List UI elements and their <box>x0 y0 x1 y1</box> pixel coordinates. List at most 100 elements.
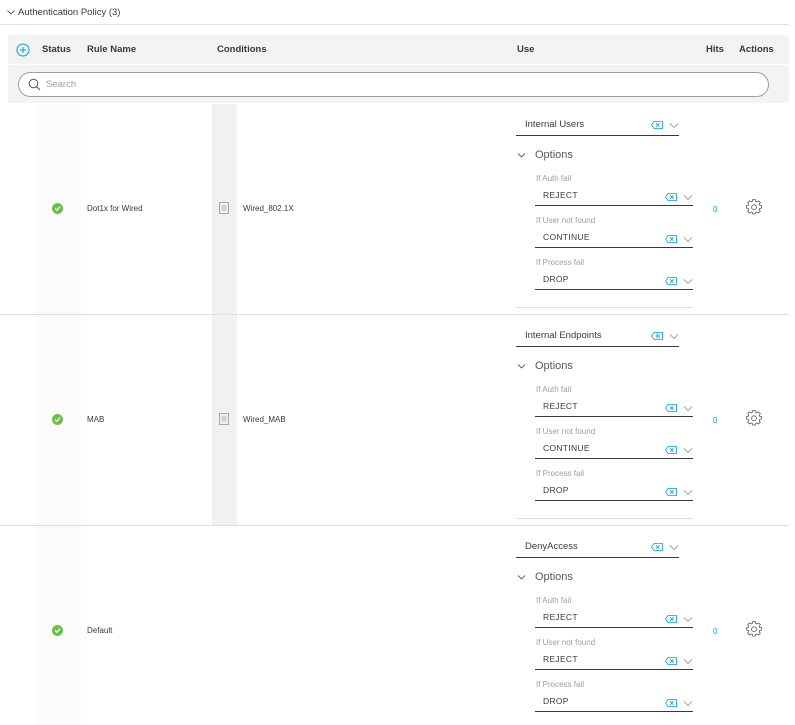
condition-name[interactable]: Wired_MAB <box>243 415 286 424</box>
options-toggle[interactable]: Options <box>517 149 573 161</box>
chevron-down-icon[interactable] <box>683 658 693 665</box>
user-not-found-value: REJECT <box>543 654 578 664</box>
clear-icon[interactable] <box>665 446 677 454</box>
auth-fail-value: REJECT <box>543 190 578 200</box>
user-not-found-label: If User not found <box>536 638 596 647</box>
process-fail-label: If Process fail <box>536 469 585 478</box>
hits-count[interactable]: 0 <box>713 627 717 636</box>
table-header: Status Rule Name Conditions Use Hits Act… <box>8 35 789 64</box>
identity-source-select[interactable]: DenyAccess <box>516 538 679 558</box>
plus-circle-icon[interactable] <box>16 43 30 57</box>
auth-fail-label: If Auth fail <box>536 174 572 183</box>
auth-fail-select[interactable]: REJECT <box>535 610 693 628</box>
gear-icon[interactable] <box>746 410 762 426</box>
clear-icon[interactable] <box>665 615 677 623</box>
process-fail-select[interactable]: DROP <box>535 694 693 712</box>
chevron-down-icon[interactable] <box>683 236 693 243</box>
clear-icon[interactable] <box>665 699 677 707</box>
identity-source-value: Internal Users <box>525 119 585 130</box>
document-icon <box>219 202 229 214</box>
auth-fail-label: If Auth fail <box>536 385 572 394</box>
process-fail-select[interactable]: DROP <box>535 483 693 501</box>
process-fail-value: DROP <box>543 696 569 706</box>
policy-row: Default DenyAccess Options If Auth fail … <box>0 526 789 725</box>
column-header-rule-name: Rule Name <box>87 44 137 55</box>
policy-row: Dot1x for Wired Wired_802.1X Internal Us… <box>0 104 789 315</box>
user-not-found-select[interactable]: CONTINUE <box>535 230 693 248</box>
chevron-down-icon[interactable] <box>683 489 693 496</box>
clear-icon[interactable] <box>665 193 677 201</box>
options-toggle[interactable]: Options <box>517 571 573 583</box>
column-header-actions: Actions <box>739 44 774 55</box>
chevron-down-icon[interactable] <box>683 194 693 201</box>
gear-icon[interactable] <box>746 199 762 215</box>
column-header-hits: Hits <box>706 44 724 55</box>
auth-fail-value: REJECT <box>543 612 578 622</box>
chevron-down-icon <box>517 152 526 158</box>
chevron-down-icon[interactable] <box>683 405 693 412</box>
process-fail-label: If Process fail <box>536 680 585 689</box>
clear-icon[interactable] <box>651 543 663 551</box>
chevron-down-icon[interactable] <box>683 447 693 454</box>
column-header-use: Use <box>517 44 535 55</box>
check-circle-icon[interactable] <box>52 203 63 214</box>
user-not-found-value: CONTINUE <box>543 443 590 453</box>
user-not-found-value: CONTINUE <box>543 232 590 242</box>
clear-icon[interactable] <box>665 277 677 285</box>
user-not-found-select[interactable]: REJECT <box>535 652 693 670</box>
clear-icon[interactable] <box>665 657 677 665</box>
search-input[interactable] <box>46 79 746 90</box>
auth-fail-value: REJECT <box>543 401 578 411</box>
options-label: Options <box>535 360 573 372</box>
search-bar <box>8 65 789 103</box>
clear-icon[interactable] <box>665 488 677 496</box>
chevron-down-icon[interactable] <box>683 700 693 707</box>
chevron-down-icon[interactable] <box>669 333 679 340</box>
rule-name[interactable]: MAB <box>87 415 104 424</box>
auth-fail-label: If Auth fail <box>536 596 572 605</box>
options-divider <box>516 518 693 519</box>
auth-fail-select[interactable]: REJECT <box>535 188 693 206</box>
document-icon <box>219 413 229 425</box>
chevron-down-icon[interactable] <box>669 122 679 129</box>
check-circle-icon[interactable] <box>52 625 63 636</box>
chevron-down-icon[interactable] <box>683 616 693 623</box>
identity-source-value: DenyAccess <box>525 541 578 552</box>
section-title: Authentication Policy (3) <box>18 6 121 18</box>
clear-icon[interactable] <box>651 332 663 340</box>
section-header-authentication-policy[interactable]: Authentication Policy (3) <box>6 4 120 20</box>
column-header-status: Status <box>42 44 72 55</box>
section-divider <box>0 24 789 25</box>
options-divider <box>516 307 693 308</box>
rule-name[interactable]: Dot1x for Wired <box>87 204 143 213</box>
process-fail-value: DROP <box>543 485 569 495</box>
chevron-down-icon[interactable] <box>669 544 679 551</box>
options-toggle[interactable]: Options <box>517 360 573 372</box>
identity-source-value: Internal Endpoints <box>525 330 602 341</box>
process-fail-select[interactable]: DROP <box>535 272 693 290</box>
chevron-down-icon <box>517 574 526 580</box>
auth-fail-select[interactable]: REJECT <box>535 399 693 417</box>
hits-count[interactable]: 0 <box>713 205 717 214</box>
identity-source-select[interactable]: Internal Users <box>516 116 679 136</box>
condition-name[interactable]: Wired_802.1X <box>243 204 294 213</box>
process-fail-label: If Process fail <box>536 258 585 267</box>
column-header-conditions: Conditions <box>217 44 267 55</box>
user-not-found-label: If User not found <box>536 216 596 225</box>
gear-icon[interactable] <box>746 621 762 637</box>
policy-row: MAB Wired_MAB Internal Endpoints Options… <box>0 315 789 526</box>
rule-name[interactable]: Default <box>87 626 112 635</box>
identity-source-select[interactable]: Internal Endpoints <box>516 327 679 347</box>
search-field[interactable] <box>18 72 769 97</box>
hits-count[interactable]: 0 <box>713 416 717 425</box>
user-not-found-select[interactable]: CONTINUE <box>535 441 693 459</box>
process-fail-value: DROP <box>543 274 569 284</box>
search-icon <box>28 78 41 91</box>
clear-icon[interactable] <box>651 121 663 129</box>
clear-icon[interactable] <box>665 404 677 412</box>
user-not-found-label: If User not found <box>536 427 596 436</box>
chevron-down-icon[interactable] <box>683 278 693 285</box>
chevron-down-icon <box>517 363 526 369</box>
check-circle-icon[interactable] <box>52 414 63 425</box>
clear-icon[interactable] <box>665 235 677 243</box>
